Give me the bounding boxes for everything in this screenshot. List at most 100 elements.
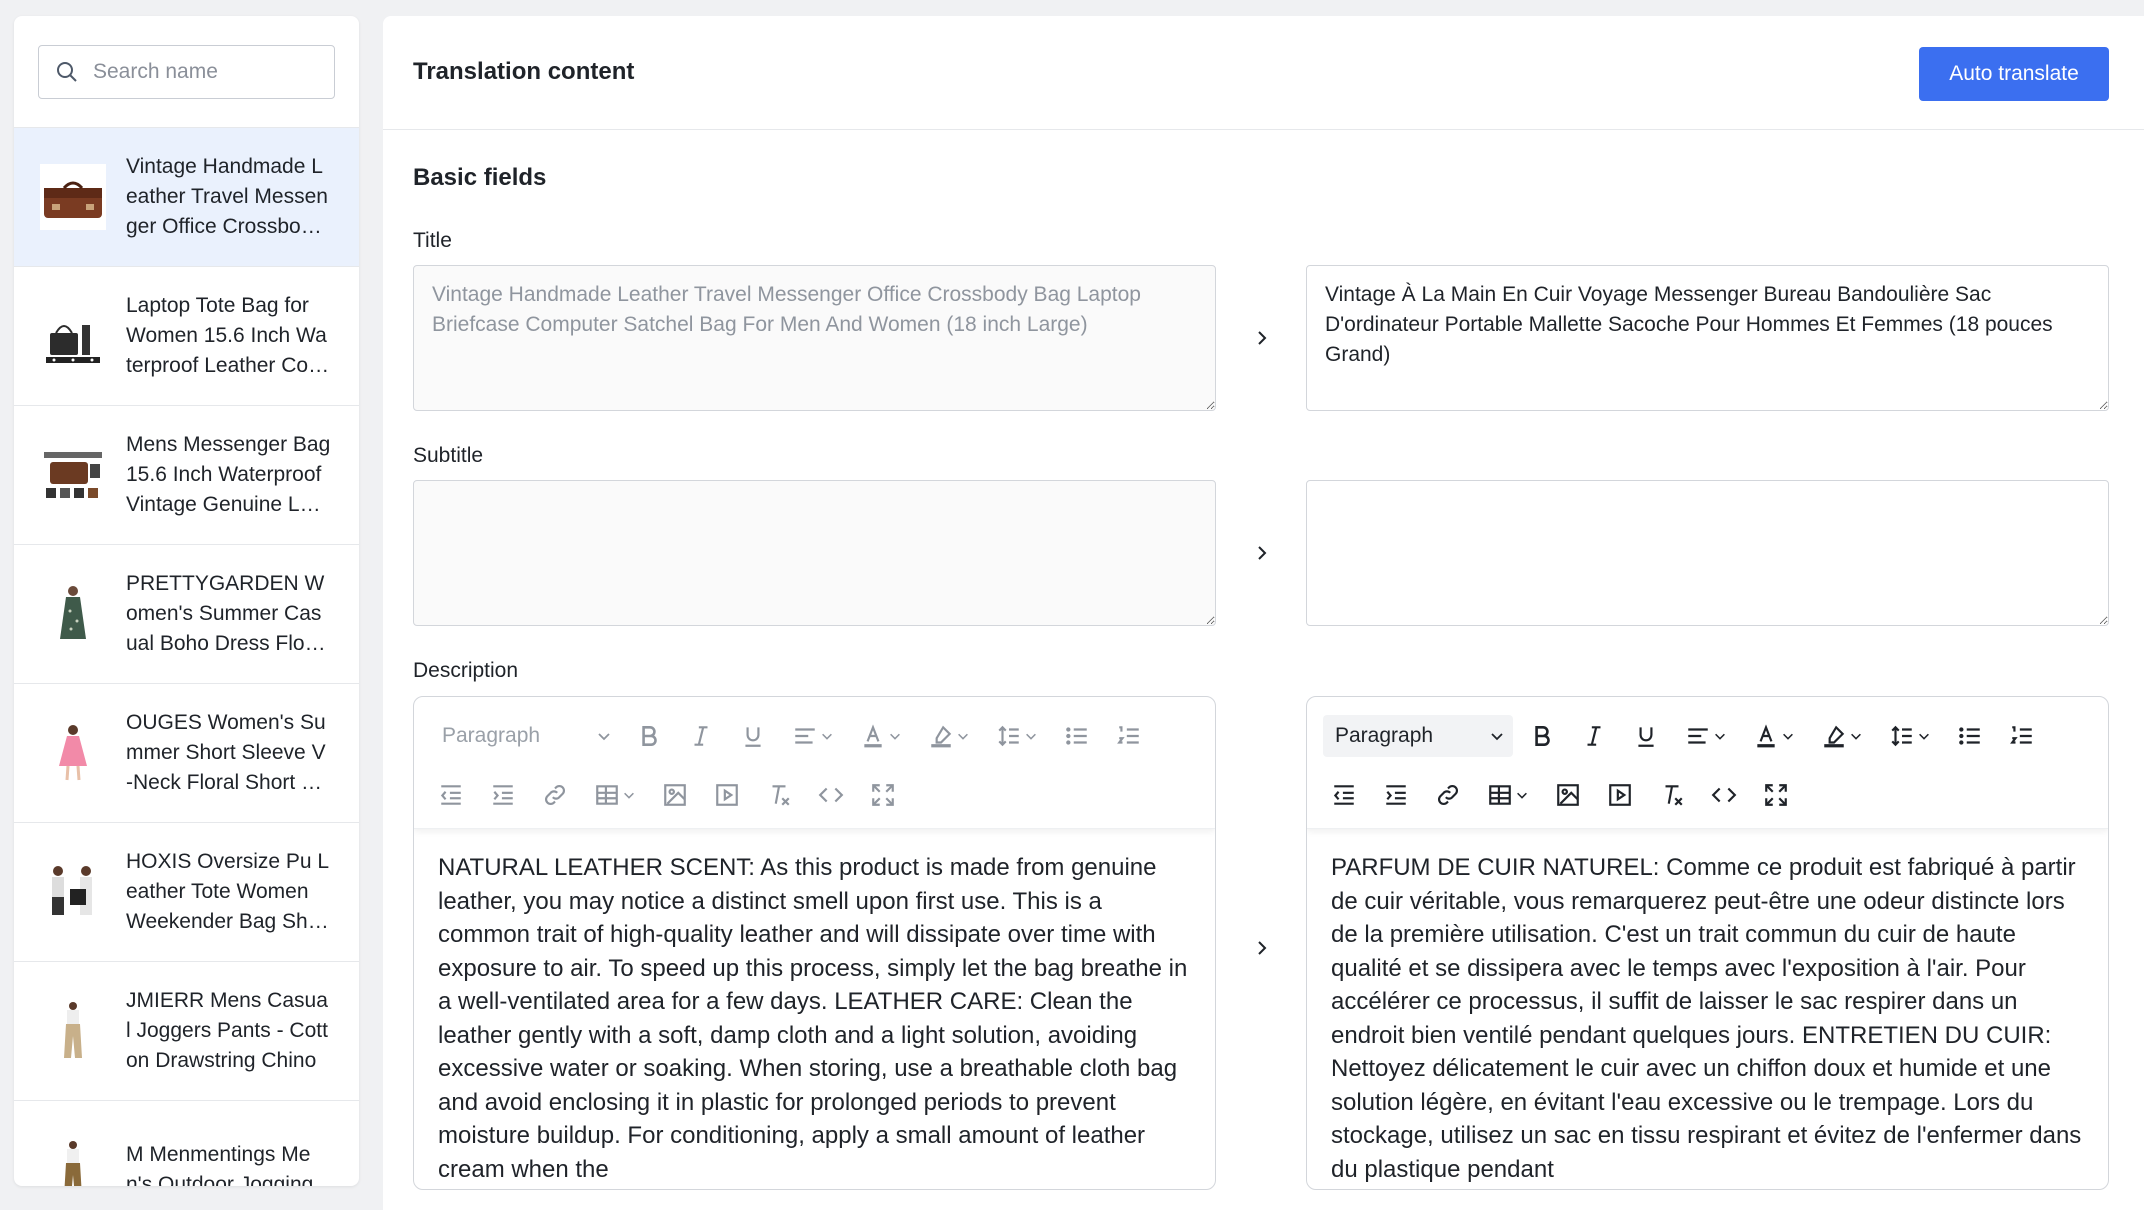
chevron-down-icon xyxy=(624,792,634,799)
table-icon xyxy=(1489,784,1511,805)
product-thumbnail xyxy=(40,998,106,1064)
table-button[interactable] xyxy=(586,774,644,816)
product-item[interactable]: Laptop Tote Bag for Women 15.6 Inch Wate… xyxy=(14,267,359,406)
table-button[interactable] xyxy=(1479,774,1537,816)
bold-icon xyxy=(1535,725,1550,746)
code-button[interactable] xyxy=(1703,774,1745,816)
numbered-list-icon xyxy=(2010,725,2032,744)
bold-button[interactable] xyxy=(1521,715,1563,757)
product-name: M Menmentings Men's Outdoor Jogging xyxy=(126,1143,314,1186)
image-button[interactable] xyxy=(1547,774,1589,816)
product-item[interactable]: OUGES Women's Summer Short Sleeve V-Neck… xyxy=(14,684,359,823)
clear-format-icon xyxy=(1665,784,1683,806)
product-item[interactable]: PRETTYGARDEN Women's Summer Casual Boho … xyxy=(14,545,359,684)
translation-panel: Translation content Auto translate Basic… xyxy=(383,16,2144,1210)
section-title: Basic fields xyxy=(413,164,547,191)
align-button[interactable] xyxy=(784,715,842,757)
outdent-button[interactable] xyxy=(430,774,472,816)
title-label: Title xyxy=(413,229,452,252)
editor-toolbar: Paragraph xyxy=(1307,697,2108,829)
description-source-content[interactable]: NATURAL LEATHER SCENT: As this product i… xyxy=(414,829,1215,1189)
table-icon xyxy=(596,784,618,805)
clear-format-button[interactable] xyxy=(1651,774,1693,816)
bullet-list-button[interactable] xyxy=(1949,715,1991,757)
product-item[interactable]: Vintage Handmade Leather Travel Messenge… xyxy=(14,128,359,267)
image-icon xyxy=(664,783,686,806)
product-name: Vintage Handmade Leather Travel Messenge… xyxy=(126,155,328,238)
font-color-button[interactable] xyxy=(852,715,910,757)
outdent-button[interactable] xyxy=(1323,774,1365,816)
bullet-list-button[interactable] xyxy=(1056,715,1098,757)
outdent-icon xyxy=(440,784,461,805)
description-target-editor: Paragraph PARFUM DE CUIR NATUREL: Comme … xyxy=(1306,696,2109,1190)
link-button[interactable] xyxy=(1427,774,1469,816)
product-thumbnail xyxy=(40,1137,106,1186)
paragraph-select[interactable]: Paragraph xyxy=(430,715,620,757)
search-box[interactable] xyxy=(38,45,335,99)
fullscreen-button[interactable] xyxy=(862,774,904,816)
link-icon xyxy=(1438,784,1458,805)
copy-subtitle-arrow[interactable] xyxy=(1250,541,1274,565)
chevron-down-icon xyxy=(598,732,610,740)
chevron-down-icon xyxy=(822,733,832,740)
product-item[interactable]: JMIERR Mens Casual Joggers Pants - Cotto… xyxy=(14,962,359,1101)
paragraph-select-value: Paragraph xyxy=(1335,723,1434,747)
underline-button[interactable] xyxy=(1625,715,1667,757)
title-target-field[interactable]: Vintage À La Main En Cuir Voyage Messeng… xyxy=(1306,265,2109,411)
product-item[interactable]: Mens Messenger Bag 15.6 Inch Waterproof … xyxy=(14,406,359,545)
link-button[interactable] xyxy=(534,774,576,816)
search-input[interactable] xyxy=(93,60,323,84)
font-color-icon xyxy=(1757,723,1775,747)
fullscreen-icon xyxy=(1765,783,1787,806)
subtitle-source-field[interactable] xyxy=(413,480,1216,626)
fullscreen-button[interactable] xyxy=(1755,774,1797,816)
numbered-list-button[interactable] xyxy=(1108,715,1150,757)
code-button[interactable] xyxy=(810,774,852,816)
font-color-icon xyxy=(864,723,882,747)
indent-button[interactable] xyxy=(1375,774,1417,816)
product-thumbnail xyxy=(40,164,106,230)
image-button[interactable] xyxy=(654,774,696,816)
product-thumbnail xyxy=(40,581,106,647)
indent-button[interactable] xyxy=(482,774,524,816)
subtitle-target-field[interactable] xyxy=(1306,480,2109,626)
numbered-list-button[interactable] xyxy=(2001,715,2043,757)
panel-header: Translation content Auto translate xyxy=(383,16,2144,130)
italic-button[interactable] xyxy=(1573,715,1615,757)
title-source-field[interactable]: Vintage Handmade Leather Travel Messenge… xyxy=(413,265,1216,411)
font-color-button[interactable] xyxy=(1745,715,1803,757)
line-height-button[interactable] xyxy=(988,715,1046,757)
chevron-right-icon xyxy=(1258,941,1267,955)
align-left-icon xyxy=(1688,727,1708,744)
highlight-button[interactable] xyxy=(920,715,978,757)
product-item[interactable]: HOXIS Oversize Pu Leather Tote Women Wee… xyxy=(14,823,359,962)
chevron-down-icon xyxy=(1783,733,1793,740)
product-thumbnail xyxy=(40,859,106,925)
search-area xyxy=(14,16,359,128)
highlighter-icon xyxy=(1824,725,1845,747)
description-target-content[interactable]: PARFUM DE CUIR NATUREL: Comme ce produit… xyxy=(1307,829,2108,1189)
video-button[interactable] xyxy=(706,774,748,816)
video-button[interactable] xyxy=(1599,774,1641,816)
product-item[interactable]: M Menmentings Men's Outdoor Jogging xyxy=(14,1101,359,1186)
auto-translate-button[interactable]: Auto translate xyxy=(1919,47,2109,101)
product-thumbnail xyxy=(40,442,106,508)
line-height-icon xyxy=(998,725,1019,746)
product-name: PRETTYGARDEN Women's Summer Casual Boho … xyxy=(126,572,328,655)
underline-button[interactable] xyxy=(732,715,774,757)
align-button[interactable] xyxy=(1677,715,1735,757)
align-left-icon xyxy=(795,727,815,744)
product-name: OUGES Women's Summer Short Sleeve V-Neck… xyxy=(126,711,326,794)
subtitle-label: Subtitle xyxy=(413,444,484,467)
copy-description-arrow[interactable] xyxy=(1250,936,1274,960)
clear-format-icon xyxy=(772,784,790,806)
italic-button[interactable] xyxy=(680,715,722,757)
bold-button[interactable] xyxy=(628,715,670,757)
link-icon xyxy=(545,784,565,805)
clear-format-button[interactable] xyxy=(758,774,800,816)
paragraph-select-value: Paragraph xyxy=(442,723,541,747)
highlight-button[interactable] xyxy=(1813,715,1871,757)
copy-title-arrow[interactable] xyxy=(1250,326,1274,350)
paragraph-select[interactable]: Paragraph xyxy=(1323,714,1513,757)
line-height-button[interactable] xyxy=(1881,715,1939,757)
